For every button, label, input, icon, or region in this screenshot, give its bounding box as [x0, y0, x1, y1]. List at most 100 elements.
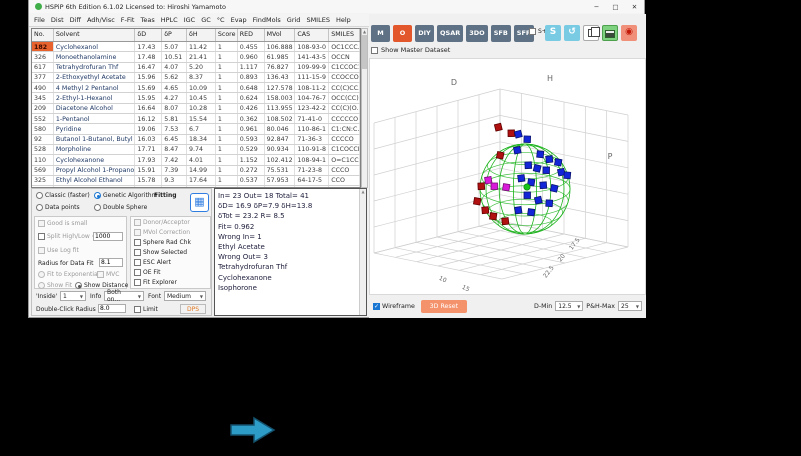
minimize-button[interactable]: ─	[587, 3, 606, 11]
sphere-rad-chk-checkbox[interactable]: Sphere Rad Chk	[134, 239, 191, 246]
menu-item-f-fit[interactable]: F-Fit	[120, 16, 136, 24]
radio-icon[interactable]	[36, 192, 43, 199]
table-row[interactable]: 528 Morpholine 17.71 8.47 9.74 1 0.529 90.934 11…	[32, 144, 360, 156]
toolbar-m-button[interactable]: M	[371, 24, 390, 42]
column-header-d[interactable]: δD	[135, 29, 163, 41]
table-row[interactable]: 182 Cyclohexanol 17.43 5.07 11.42 1 0.455 106.8…	[32, 42, 360, 53]
solvent-point-inside[interactable]	[523, 135, 532, 144]
toolbar-3do-button[interactable]: 3DO	[466, 24, 488, 42]
menu-item-dist[interactable]: Dist	[50, 16, 65, 24]
solvent-point-inside[interactable]	[532, 163, 542, 173]
inside-select[interactable]: 1 ▼	[60, 291, 86, 301]
menu-item-file[interactable]: File	[33, 16, 46, 24]
3d-reset-button[interactable]: 3D Reset	[420, 299, 467, 313]
checkbox-icon[interactable]	[38, 233, 45, 240]
esc-alert-checkbox[interactable]: ESC Alert	[134, 259, 171, 266]
font-select[interactable]: Medium ▼	[164, 291, 206, 301]
menu-item-hplc[interactable]: HPLC	[160, 16, 179, 24]
solvent-point-inside[interactable]	[545, 155, 554, 164]
toolbar-sfb-button[interactable]: SFB	[490, 24, 511, 42]
solvent-point-outside[interactable]	[489, 212, 498, 221]
radio-icon[interactable]	[36, 204, 43, 211]
dps-button[interactable]: DPS	[180, 304, 206, 314]
solvent-point-inside[interactable]	[545, 199, 554, 208]
solvent-point-inside[interactable]	[513, 129, 523, 139]
scrollbar-thumb[interactable]	[362, 35, 367, 69]
solvent-point-wrong[interactable]	[502, 183, 511, 192]
ph-max-select[interactable]: 25 ▼	[618, 301, 642, 311]
hansen-3d-plot[interactable]: D H P 10 15 22.5 20 17.5	[369, 58, 646, 295]
double-sphere-radio[interactable]: Double Sphere	[94, 204, 147, 211]
sphere-button[interactable]: S	[545, 25, 561, 41]
column-header-red[interactable]: RED	[238, 29, 265, 41]
solvent-point-inside[interactable]	[542, 166, 550, 174]
show-master-dataset-checkbox[interactable]: Show Master Dataset	[371, 46, 450, 54]
checkbox-icon[interactable]	[134, 279, 141, 286]
oe-fit-checkbox[interactable]: OE Fit	[134, 269, 160, 276]
radio-icon[interactable]	[94, 204, 101, 211]
solvent-point-inside[interactable]	[513, 145, 522, 155]
menu-item--c[interactable]: °C	[216, 16, 226, 24]
donor-acceptor-checkbox[interactable]: Donor/Acceptor	[134, 219, 190, 226]
checkbox-icon[interactable]	[38, 247, 45, 254]
column-header-mvol[interactable]: MVol	[265, 29, 296, 41]
solvent-point-inside[interactable]	[536, 150, 545, 159]
calculate-fit-button[interactable]: ▦	[190, 193, 209, 212]
table-row[interactable]: 490 4 Methyl 2 Pentanol 15.69 4.65 10.09 1 0.6…	[32, 83, 360, 94]
checkbox-icon[interactable]	[371, 46, 378, 54]
menu-item-findmols[interactable]: FindMols	[252, 16, 282, 24]
column-header-solvent[interactable]: Solvent	[54, 29, 136, 41]
column-header-no[interactable]: No.	[32, 29, 54, 41]
checkbox-icon[interactable]: ✓	[97, 271, 104, 278]
close-button[interactable]: ✕	[625, 3, 644, 11]
solvent-point-inside[interactable]	[524, 161, 533, 170]
solvent-point-inside[interactable]	[523, 191, 531, 199]
solvent-point-outside[interactable]	[493, 122, 503, 132]
menu-item-igc[interactable]: IGC	[183, 16, 197, 24]
use-log-fit-checkbox[interactable]: Use Log fit	[38, 247, 79, 254]
table-row[interactable]: 326 Monoethanolamine 17.48 10.51 21.41 1 0.960…	[32, 52, 360, 63]
solvent-point-wrong[interactable]	[490, 182, 498, 190]
menu-item-gc[interactable]: GC	[200, 16, 212, 24]
table-row[interactable]: 345 2-Ethyl-1-Hexanol 15.95 4.27 10.45 1 0.624…	[32, 93, 360, 104]
solvent-point-inside[interactable]	[527, 208, 536, 217]
sphere-center-point[interactable]	[523, 183, 531, 191]
radius-for-data-fit-input[interactable]	[99, 258, 123, 267]
toolbar-o-button[interactable]: O	[393, 24, 412, 42]
checkbox-icon[interactable]	[134, 239, 141, 246]
genetic-algorithm-radio[interactable]: Genetic Algorithm	[94, 192, 157, 199]
solvent-point-outside[interactable]	[495, 150, 505, 160]
menu-item-evap[interactable]: Evap	[230, 16, 248, 24]
menu-item-adh-visc[interactable]: Adh/Visc	[86, 16, 116, 24]
table-row[interactable]: 580 Pyridine 19.06 7.53 6.7 1 0.961 80.046 110-8…	[32, 124, 360, 135]
toolbar-diy-button[interactable]: DIY	[415, 24, 434, 42]
column-header-h[interactable]: δH	[187, 29, 216, 41]
classic-radio[interactable]: Classic (faster)	[36, 192, 90, 199]
table-row[interactable]: 325 Ethyl Alcohol Ethanol 15.78 9.3 17.64 1 0.…	[32, 175, 360, 187]
menu-item-diff[interactable]: Diff	[69, 16, 82, 24]
split-highlow-input[interactable]	[93, 232, 123, 241]
print-icon[interactable]	[602, 25, 618, 41]
radio-icon[interactable]	[38, 271, 45, 278]
menu-item-help[interactable]: Help	[335, 16, 352, 24]
solvent-point-outside[interactable]	[501, 217, 510, 226]
solvent-point-inside[interactable]	[563, 171, 572, 180]
record-icon[interactable]: ◉	[621, 25, 637, 41]
checkbox-icon[interactable]	[134, 249, 141, 256]
table-row[interactable]: 92Butanol 1-Butanol, Butyl A...16.036.45…	[32, 134, 360, 145]
table-row[interactable]: 617 Tetrahydrofuran Thf 16.47 4.07 5.20 1 1.11…	[32, 62, 360, 73]
solvent-point-inside[interactable]	[549, 183, 559, 193]
checkbox-icon[interactable]: ✓	[373, 302, 380, 310]
show-selected-checkbox[interactable]: Show Selected	[134, 249, 187, 256]
checkbox-icon[interactable]	[134, 229, 141, 236]
menu-item-teas[interactable]: Teas	[140, 16, 156, 24]
fit-explorer-checkbox[interactable]: Fit Explorer	[134, 279, 177, 286]
solvent-point-outside[interactable]	[481, 206, 490, 215]
good-is-small-checkbox[interactable]: Good is small	[38, 220, 87, 227]
info-scrollbar[interactable]: ▲	[359, 189, 366, 315]
solvent-point-inside[interactable]	[514, 206, 523, 215]
data-points-radio[interactable]: Data points	[36, 204, 80, 211]
checkbox-icon[interactable]	[134, 306, 141, 313]
table-scrollbar[interactable]: ▲	[361, 28, 368, 188]
double-click-radius-input[interactable]	[98, 304, 126, 313]
